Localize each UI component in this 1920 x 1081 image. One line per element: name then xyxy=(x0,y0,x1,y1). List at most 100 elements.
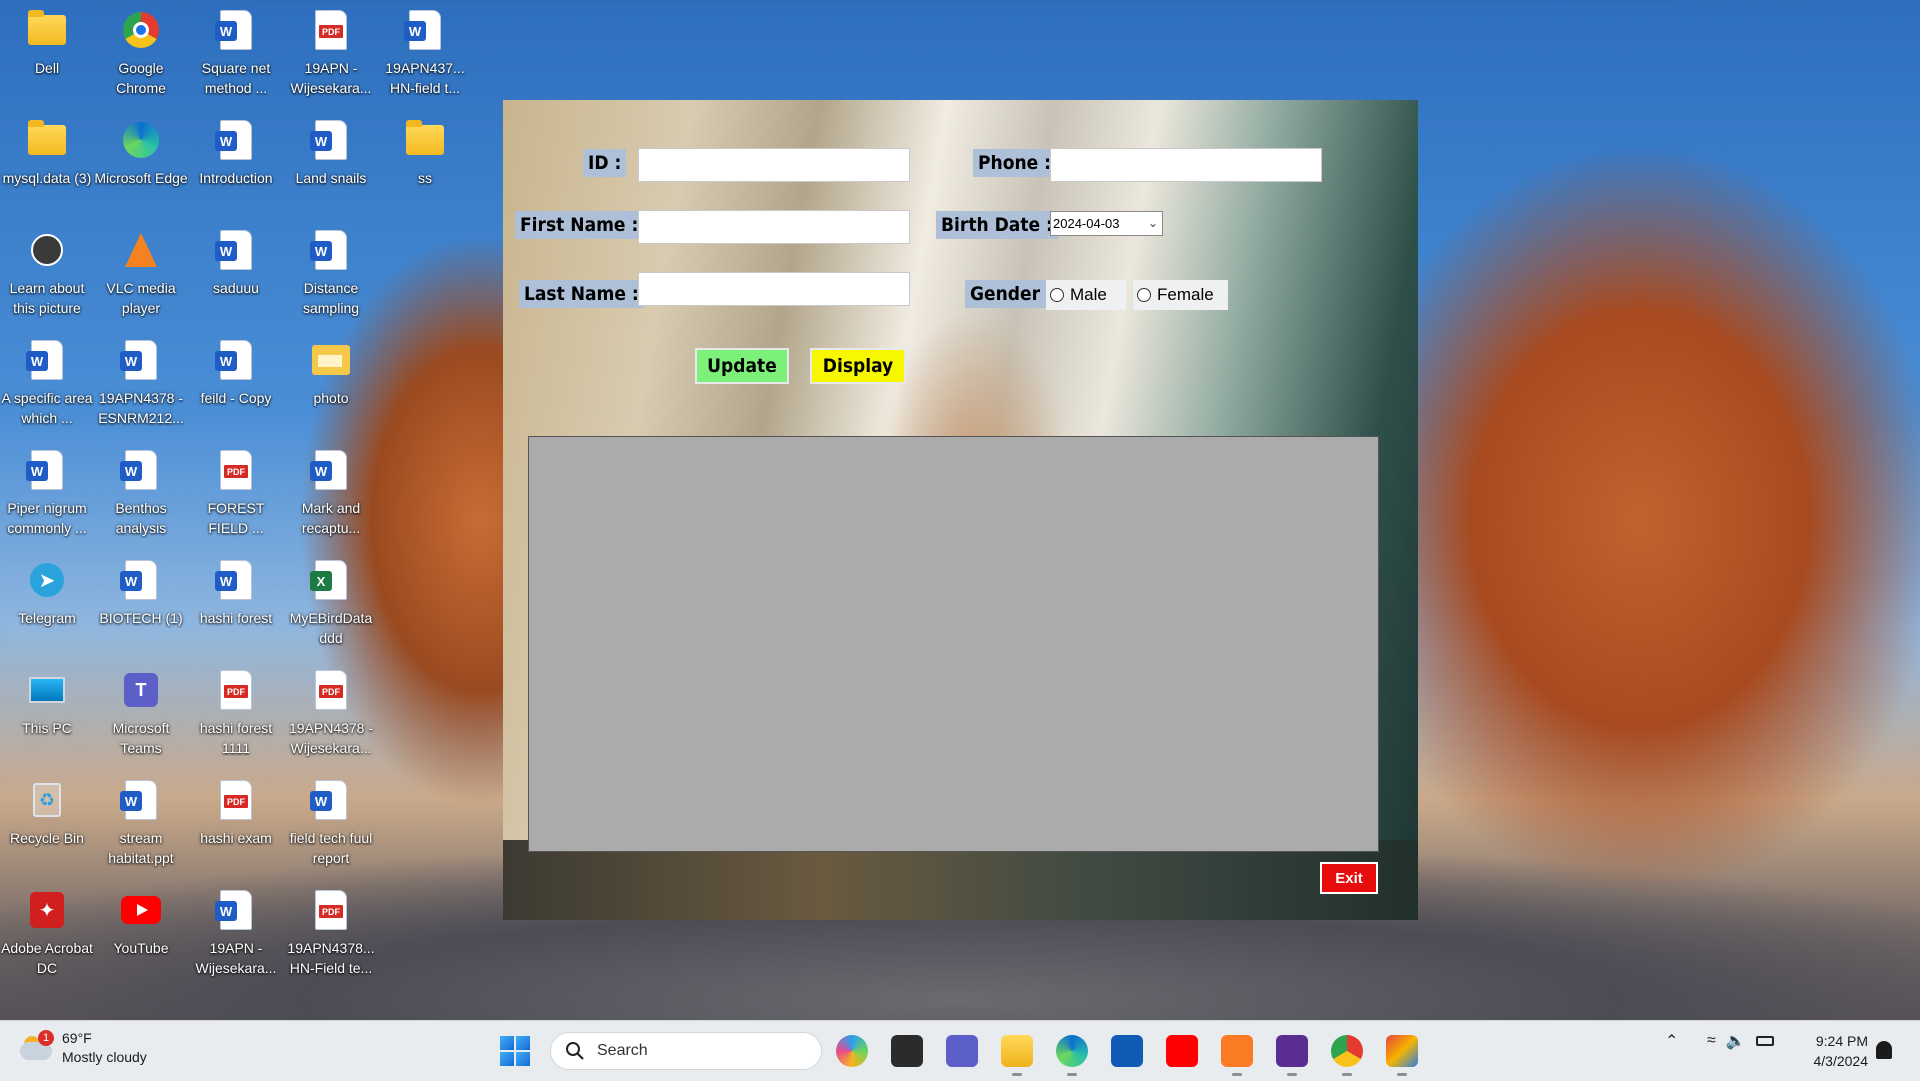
desktop-icon[interactable]: Learn about this picture xyxy=(0,224,94,328)
chevron-down-icon[interactable]: ⌄ xyxy=(1148,212,1158,235)
desktop-icon[interactable]: W Distance sampling xyxy=(284,224,378,328)
desktop-icon[interactable]: W Introduction xyxy=(189,114,283,218)
youtube-icon xyxy=(121,890,161,930)
gender-female-radio[interactable]: Female xyxy=(1133,280,1228,310)
file-explorer-icon[interactable] xyxy=(1001,1035,1033,1076)
recycle-icon: ♻ xyxy=(27,780,67,820)
weather-widget[interactable]: 1 69°F Mostly cloudy xyxy=(20,1029,147,1067)
store-icon[interactable] xyxy=(1111,1035,1143,1067)
windows-forms-app-icon[interactable] xyxy=(1386,1035,1418,1076)
desktop-icon-label: field tech fuul report xyxy=(289,830,373,866)
update-button[interactable]: Update xyxy=(695,348,789,384)
phone-label: Phone : xyxy=(973,149,1056,177)
desktop-icon[interactable]: Dell xyxy=(0,4,94,108)
data-grid-view[interactable] xyxy=(528,436,1379,852)
system-tray: ⌃ ≈ 🔈 xyxy=(1665,1031,1774,1051)
desktop-icon-label: Adobe Acrobat DC xyxy=(1,940,93,976)
pdf-icon: PDF xyxy=(216,670,256,710)
id-input[interactable] xyxy=(638,148,910,182)
last-name-input[interactable] xyxy=(638,272,910,306)
chrome-icon[interactable] xyxy=(1331,1035,1363,1076)
desktop-icon[interactable]: Wsaduuu xyxy=(189,224,283,328)
desktop-icon[interactable]: PDF 19APN -Wijesekara... xyxy=(284,4,378,108)
desktop-icon[interactable]: ss xyxy=(378,114,472,218)
word-icon: W xyxy=(215,890,256,930)
chrome-icon xyxy=(121,10,161,50)
pdf-icon: PDF xyxy=(311,670,351,710)
gender-male-radio[interactable]: Male xyxy=(1046,280,1126,310)
desktop-icon[interactable]: photo xyxy=(284,334,378,438)
desktop-icon[interactable]: X MyEBirdData ddd xyxy=(284,554,378,658)
excel-icon: X xyxy=(310,560,351,600)
radio-circle-icon[interactable] xyxy=(1050,288,1064,302)
desktop-icon-label: 19APN4378 -ESNRM212... xyxy=(98,390,184,426)
desktop-icon-label: photo xyxy=(313,390,349,406)
desktop-icon[interactable]: W Square net method ... xyxy=(189,4,283,108)
desktop-icon[interactable]: W Mark and recaptu... xyxy=(284,444,378,548)
birth-date-picker[interactable]: 2024-04-03 ⌄ xyxy=(1050,211,1163,236)
desktop-icon[interactable]: W A specific area which ... xyxy=(0,334,94,438)
desktop-icon-label: hashi forest 1111 xyxy=(199,720,273,756)
desktop-icon-label: A specific area which ... xyxy=(1,390,93,426)
teams-icon[interactable] xyxy=(946,1035,978,1067)
desktop-icon[interactable]: PDF FOREST FIELD ... xyxy=(189,444,283,548)
desktop-icon-label: Introduction xyxy=(199,170,273,186)
phone-input[interactable] xyxy=(1050,148,1322,182)
desktop-icon[interactable]: ♻ Recycle Bin xyxy=(0,774,94,878)
desktop-icon[interactable]: ✦ Adobe Acrobat DC xyxy=(0,884,94,988)
display-button[interactable]: Display xyxy=(810,348,906,384)
desktop-icon-label: VLC media player xyxy=(106,280,176,316)
word-icon: W xyxy=(404,10,445,50)
desktop-icon[interactable]: Wfield tech fuul report xyxy=(284,774,378,878)
desktop-icon[interactable]: Google Chrome xyxy=(94,4,188,108)
desktop-icon[interactable]: PDF 19APN4378... HN-Field te... xyxy=(284,884,378,988)
id-label: ID : xyxy=(583,149,627,177)
desktop-icon[interactable]: W 19APN437... HN-field t... xyxy=(378,4,472,108)
desktop-icon[interactable]: PDF hashi exam xyxy=(189,774,283,878)
exit-button[interactable]: Exit xyxy=(1320,862,1378,894)
word-icon: W xyxy=(120,340,161,380)
first-name-input[interactable] xyxy=(638,210,910,244)
desktop-icon[interactable]: ➤ Telegram xyxy=(0,554,94,658)
battery-icon[interactable] xyxy=(1755,1036,1774,1046)
desktop-icon-label: BIOTECH (1) xyxy=(99,610,183,626)
chevron-up-icon[interactable]: ⌃ xyxy=(1665,1031,1687,1051)
desktop-icon[interactable]: This PC xyxy=(0,664,94,768)
desktop-icon[interactable]: T Microsoft Teams xyxy=(94,664,188,768)
desktop-icon[interactable]: VLC media player xyxy=(94,224,188,328)
folder-icon xyxy=(27,120,67,160)
desktop-icon[interactable]: YouTube xyxy=(94,884,188,988)
notification-bell-icon[interactable] xyxy=(1876,1041,1892,1059)
copilot-icon[interactable] xyxy=(836,1035,868,1067)
youtube-icon[interactable] xyxy=(1166,1035,1198,1067)
task-view-icon[interactable] xyxy=(891,1035,923,1067)
desktop-icon-label: Learn about this picture xyxy=(9,280,85,316)
radio-circle-icon[interactable] xyxy=(1137,288,1151,302)
clock-date: 4/3/2024 xyxy=(1813,1053,1869,1069)
desktop-icon[interactable]: Microsoft Edge xyxy=(94,114,188,218)
volume-icon[interactable]: 🔈 xyxy=(1726,1031,1746,1051)
desktop-icon[interactable]: W Benthos analysis xyxy=(94,444,188,548)
windows-start-icon[interactable] xyxy=(500,1036,530,1066)
desktop-icon[interactable]: PDF hashi forest 1111 xyxy=(189,664,283,768)
xampp-icon[interactable] xyxy=(1221,1035,1253,1076)
visual-studio-icon[interactable] xyxy=(1276,1035,1308,1076)
desktop-icon[interactable]: W 19APN -Wijesekara... xyxy=(189,884,283,988)
desktop-icon[interactable]: mysql.data (3) xyxy=(0,114,94,218)
desktop-icon[interactable]: W BIOTECH (1) xyxy=(94,554,188,658)
desktop-icon[interactable]: Wfeild - Copy xyxy=(189,334,283,438)
desktop-icon[interactable]: Wstream habitat.ppt xyxy=(94,774,188,878)
desktop-icon-label: ss xyxy=(418,170,432,186)
edge-icon[interactable] xyxy=(1056,1035,1088,1076)
weather-description: Mostly cloudy xyxy=(62,1049,147,1065)
desktop-icon[interactable]: W Piper nigrum commonly ... xyxy=(0,444,94,548)
desktop-icon[interactable]: PDF 19APN4378 -Wijesekara... xyxy=(284,664,378,768)
desktop-icon[interactable]: W 19APN4378 -ESNRM212... xyxy=(94,334,188,438)
wifi-icon[interactable]: ≈ xyxy=(1707,1032,1716,1050)
desktop-icon[interactable]: W Land snails xyxy=(284,114,378,218)
system-clock[interactable]: 9:24 PM 4/3/2024 xyxy=(1798,1031,1869,1071)
desktop-icon[interactable]: Whashi forest xyxy=(189,554,283,658)
male-label: Male xyxy=(1070,285,1107,304)
spotlight-icon xyxy=(27,230,67,270)
taskbar-search[interactable]: Search xyxy=(550,1032,822,1070)
